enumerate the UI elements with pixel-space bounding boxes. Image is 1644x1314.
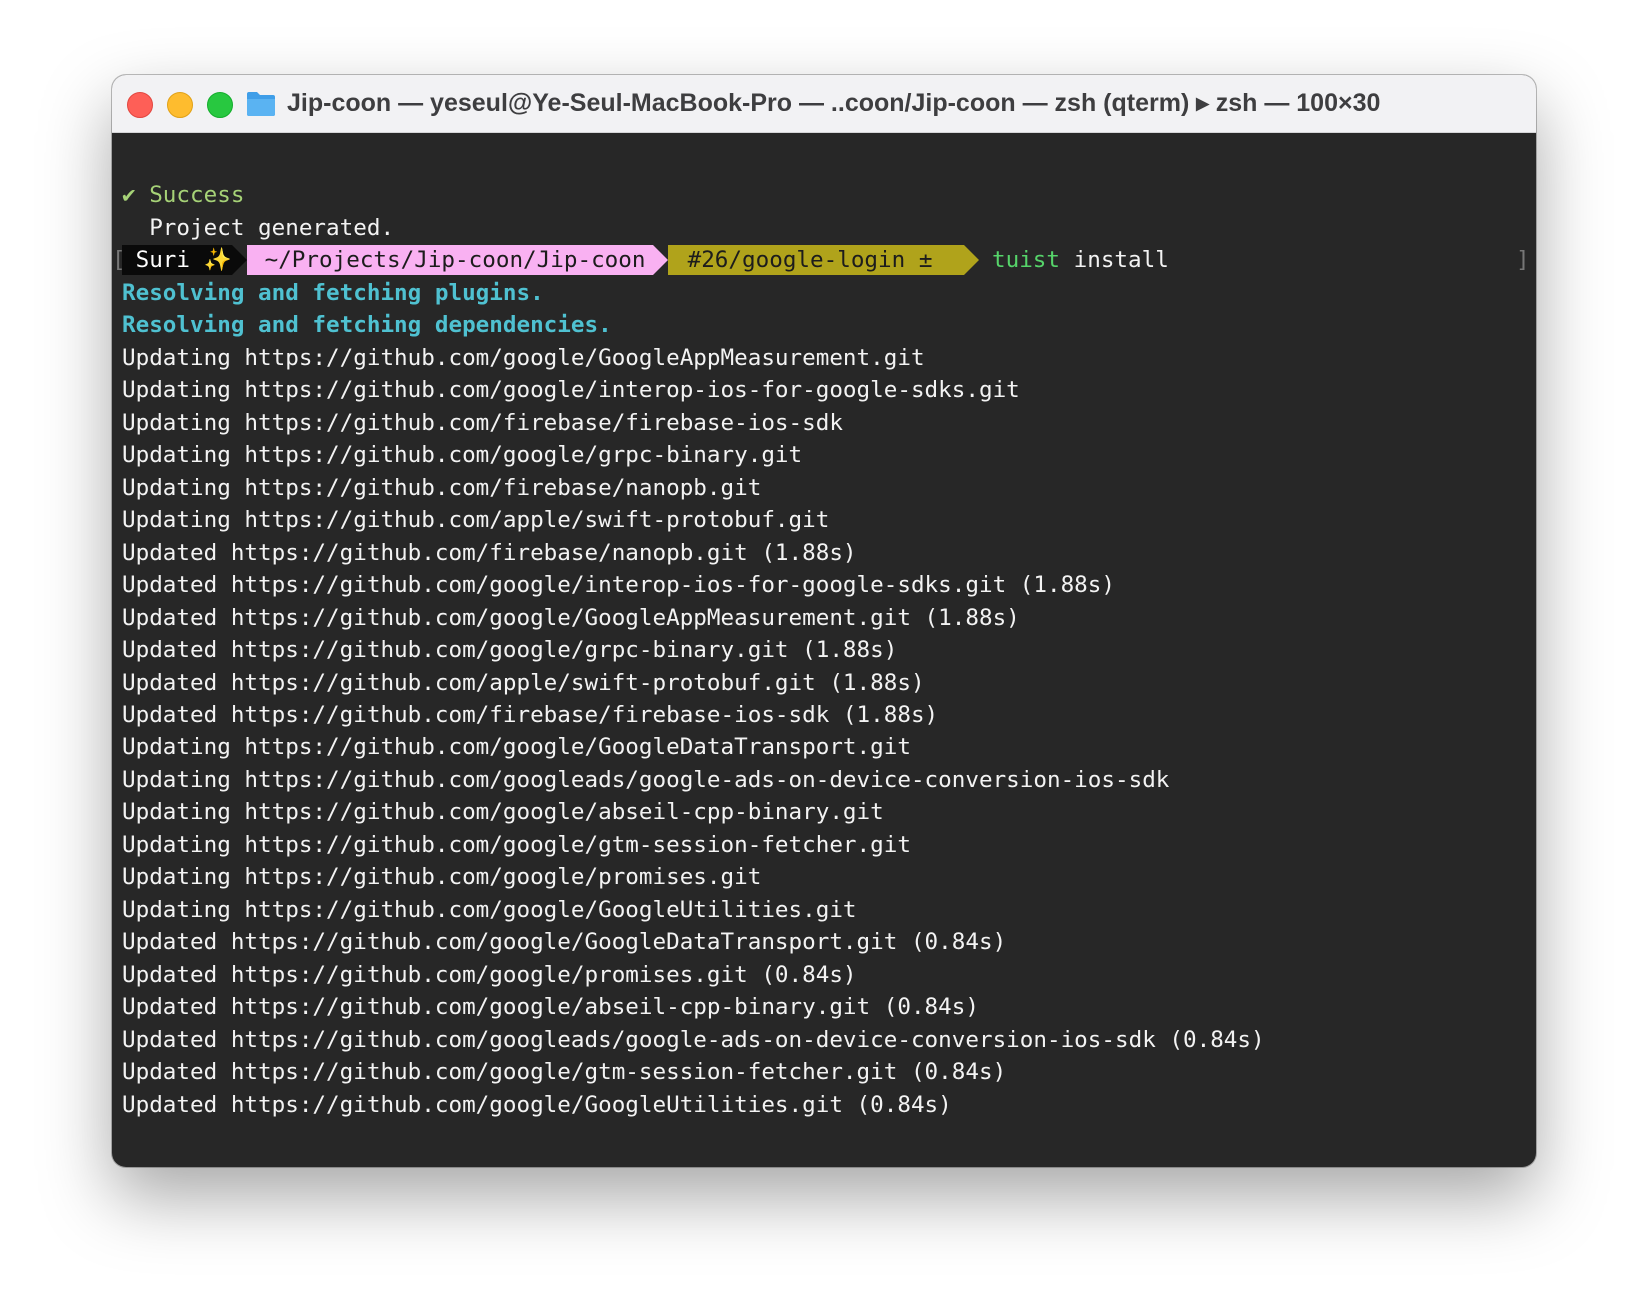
folder-icon	[247, 92, 275, 116]
output-line: Updating https://github.com/firebase/nan…	[122, 475, 762, 501]
resolving-dependencies-line: Resolving and fetching dependencies.	[122, 312, 612, 338]
output-line: Updating https://github.com/googleads/go…	[122, 767, 1170, 793]
prompt-separator	[964, 245, 979, 275]
output-line: Updating https://github.com/google/Googl…	[122, 345, 925, 371]
output-line: Updating https://github.com/google/promi…	[122, 864, 762, 890]
output-line: Updating https://github.com/firebase/fir…	[122, 410, 843, 436]
minimize-button[interactable]	[167, 92, 193, 118]
prompt-right-bracket: ]	[1516, 247, 1530, 273]
output-line: Updated https://github.com/firebase/fire…	[122, 702, 939, 728]
output-line: Updating https://github.com/google/absei…	[122, 799, 884, 825]
output-line: Updating https://github.com/google/grpc-…	[122, 442, 803, 468]
output-line: Updated https://github.com/googleads/goo…	[122, 1027, 1265, 1053]
prompt-separator	[232, 245, 247, 275]
close-button[interactable]	[127, 92, 153, 118]
output-line: Updated https://github.com/google/Google…	[122, 605, 1020, 631]
output-line: Updated https://github.com/google/grpc-b…	[122, 637, 898, 663]
generated-line: Project generated.	[122, 215, 395, 241]
terminal-content[interactable]: ✔ Success Project generated. [ Suri ✨ ~/…	[112, 132, 1536, 1167]
prompt-directory: ~/Projects/Jip-coon/Jip-coon	[247, 245, 653, 275]
output-line: Updated https://github.com/google/Google…	[122, 929, 1007, 955]
prompt-separator	[653, 245, 668, 275]
success-line: ✔ Success	[122, 182, 245, 208]
sparkles-icon: ✨	[203, 247, 232, 273]
output-line: Updating https://github.com/apple/swift-…	[122, 507, 830, 533]
output-line: Updating https://github.com/google/inter…	[122, 377, 1020, 403]
output-line: Updating https://github.com/google/Googl…	[122, 897, 857, 923]
command-name: tuist	[992, 247, 1061, 273]
command-args: install	[1060, 247, 1169, 273]
output-line: Updating https://github.com/google/Googl…	[122, 734, 911, 760]
prompt-git-branch: #26/google-login ±	[674, 247, 947, 273]
zoom-button[interactable]	[207, 92, 233, 118]
output-line: Updated https://github.com/google/gtm-se…	[122, 1059, 1007, 1085]
command-text: tuist install	[992, 243, 1169, 277]
title-bar[interactable]: Jip-coon — yeseul@Ye-Seul-MacBook-Pro — …	[112, 75, 1536, 133]
terminal-window: Jip-coon — yeseul@Ye-Seul-MacBook-Pro — …	[112, 75, 1536, 1167]
window-title: Jip-coon — yeseul@Ye-Seul-MacBook-Pro — …	[287, 89, 1381, 117]
output-line: Updated https://github.com/google/Google…	[122, 1092, 952, 1118]
prompt-line: [ Suri ✨ ~/Projects/Jip-coon/Jip-coon #2…	[112, 243, 1536, 277]
output-line: Updated https://github.com/google/promis…	[122, 962, 857, 988]
output-line: Updated https://github.com/firebase/nano…	[122, 540, 857, 566]
resolving-plugins-line: Resolving and fetching plugins.	[122, 280, 544, 306]
prompt-git-segment: #26/google-login ±	[668, 245, 964, 275]
output-line: Updated https://github.com/google/abseil…	[122, 994, 979, 1020]
output-line: Updated https://github.com/google/intero…	[122, 572, 1115, 598]
output-line: Updating https://github.com/google/gtm-s…	[122, 832, 911, 858]
prompt-user-segment: Suri ✨	[122, 245, 232, 275]
prompt-user: Suri	[122, 247, 204, 273]
output-line: Updated https://github.com/apple/swift-p…	[122, 670, 925, 696]
